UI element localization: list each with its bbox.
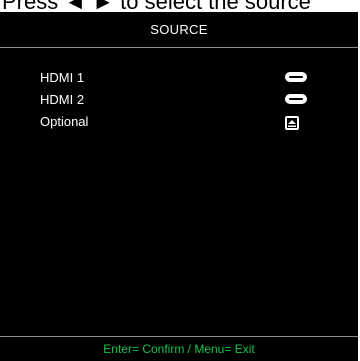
source-item-hdmi-1[interactable]: HDMI 1 <box>0 68 358 90</box>
source-item-hdmi-2[interactable]: HDMI 2 <box>0 90 358 112</box>
hdmi-connector-icon <box>285 72 307 82</box>
source-item-label: Optional <box>40 114 89 129</box>
hdmi-connector-icon <box>285 94 307 104</box>
source-menu: SOURCE HDMI 1 HDMI 2 Optional Enter= Con… <box>0 12 360 361</box>
source-item-label: HDMI 2 <box>40 92 85 107</box>
menu-footer-hint: Enter= Confirm / Menu= Exit <box>0 336 358 361</box>
source-list: HDMI 1 HDMI 2 Optional <box>0 68 358 134</box>
menu-title: SOURCE <box>0 12 358 48</box>
source-item-label: HDMI 1 <box>40 70 85 85</box>
optional-source-icon <box>285 116 299 130</box>
source-item-optional[interactable]: Optional <box>0 112 358 134</box>
